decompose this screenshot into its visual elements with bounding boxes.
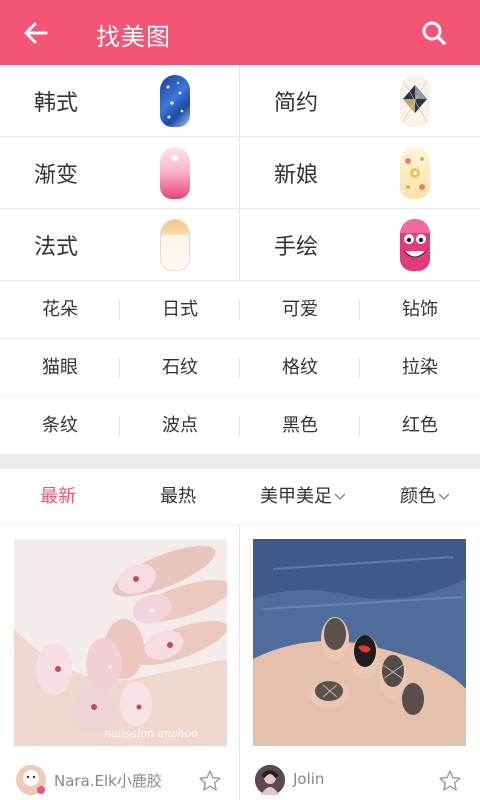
feed-photo-pink-floral[interactable]: nailsalon anchoo [14,539,227,746]
tab-label: 颜色 [400,486,436,507]
section-gap [0,455,480,469]
chevron-down-icon [334,493,346,500]
avatar [16,765,46,795]
pink-gradient-nail-icon [160,147,190,199]
category-simple[interactable]: 简约 [240,65,480,137]
tag-marble[interactable]: 石纹 [120,339,240,397]
tab-hottest[interactable]: 最热 [160,469,196,525]
category-label: 手绘 [274,235,319,260]
feed-author-right[interactable]: Jolin [255,765,465,795]
bridal-floral-nail-icon [400,147,430,199]
search-icon [422,21,446,45]
author-name: Nara.Elk小鹿胶 [54,772,162,790]
page-title: 找美图 [96,23,171,51]
star-outline-icon[interactable] [438,769,462,793]
feed-column-divider [239,525,240,800]
category-hand-painted[interactable]: 手绘 [240,209,480,281]
search-button[interactable] [412,14,456,52]
back-button[interactable] [16,15,60,51]
arrow-left-icon [24,22,48,44]
category-french[interactable]: 法式 [0,209,240,281]
tab-color-dropdown[interactable]: 颜色 [400,469,450,525]
tag-japanese[interactable]: 日式 [120,281,240,339]
star-outline-icon[interactable] [198,769,222,793]
category-label: 新娘 [274,163,319,188]
category-label: 韩式 [34,91,79,116]
category-bridal[interactable]: 新娘 [240,137,480,209]
tag-polka-dot[interactable]: 波点 [120,397,240,455]
category-label: 渐变 [34,163,79,188]
photo-watermark: nailsalon anchoo [104,727,198,740]
feed-author-left[interactable]: Nara.Elk小鹿胶 [16,765,226,795]
category-gradient[interactable]: 渐变 [0,137,240,209]
chevron-down-icon [438,493,450,500]
top-bar: 找美图 [0,0,480,65]
sort-tabs: 最新 最热 美甲美足 颜色 [0,469,480,525]
hand-painted-cat-nail-icon [400,219,430,271]
style-category-grid: 韩式 简约 渐变 新娘 法式 手绘 [0,65,480,281]
tag-black[interactable]: 黑色 [240,397,360,455]
tag-cat-eye[interactable]: 猫眼 [0,339,120,397]
tag-flower[interactable]: 花朵 [0,281,120,339]
author-name: Jolin [293,770,325,788]
category-label: 法式 [34,235,79,260]
tag-red[interactable]: 红色 [360,397,480,455]
tag-rhinestone[interactable]: 钻饰 [360,281,480,339]
tab-label: 美甲美足 [260,486,332,507]
tag-pull-dye[interactable]: 拉染 [360,339,480,397]
category-korean[interactable]: 韩式 [0,65,240,137]
category-label: 简约 [274,91,319,116]
tag-row: 条纹 波点 黑色 红色 [0,397,480,455]
blue-glitter-nail-icon [160,75,190,127]
tag-row: 猫眼 石纹 格纹 拉染 [0,339,480,397]
tab-latest[interactable]: 最新 [40,469,76,525]
tag-stripes[interactable]: 条纹 [0,397,120,455]
argyle-nail-icon [400,75,430,127]
avatar [255,765,285,795]
feed-photo-black-lace[interactable] [253,539,466,746]
tab-nail-type-dropdown[interactable]: 美甲美足 [260,469,346,525]
french-tip-nail-icon [160,219,190,271]
tag-plaid[interactable]: 格纹 [240,339,360,397]
tag-category-grid: 花朵 日式 可爱 钻饰 猫眼 石纹 格纹 拉染 条纹 波点 黑色 红色 [0,281,480,455]
tag-row: 花朵 日式 可爱 钻饰 [0,281,480,339]
tag-cute[interactable]: 可爱 [240,281,360,339]
